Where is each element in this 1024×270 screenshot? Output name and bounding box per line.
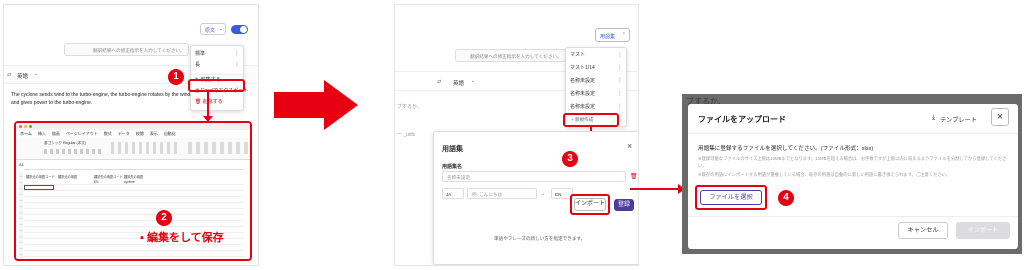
glossary-item-must-114[interactable]: マスト1/14 ⋮ (566, 63, 626, 74)
cancel-button[interactable]: キャンセル (898, 222, 948, 239)
upload-note-2: ※既存の用語にインポートする用語が重複している場合、既存の用語は自動的に新しい用… (698, 172, 951, 177)
chevron-down-icon: ⌄ (218, 26, 223, 32)
glossary-name-input[interactable]: 名称未設定 (442, 171, 626, 182)
more-icon[interactable]: ⋮ (234, 60, 240, 71)
arrow-down (207, 92, 209, 119)
glossary-dropdown[interactable]: 用語集 ⌃ (595, 28, 630, 42)
glossary-dialog: 用語集 × 用語集名 名称未設定 🗑 JA 例: こんにちは → EN インポー… (433, 131, 638, 265)
options-menu: 標準 ⋮ 長 ⋮ ✎ 編集する ▦ Excelでエクスポート 🗑 削除する (190, 45, 248, 111)
highlight-import (570, 194, 610, 215)
glossary-item-untitled-2[interactable]: 名称未設定 ⋮ (566, 89, 626, 100)
register-button[interactable]: 登録 (614, 199, 634, 211)
excel-tab-data[interactable]: データ (118, 131, 130, 137)
excel-tab-layout[interactable]: ページレイアウト (66, 131, 98, 137)
menu-item-long[interactable]: 長 ⋮ (191, 60, 243, 71)
chevron-down-icon: ⌄ (471, 78, 476, 84)
glossary-dropdown-label: 用語集 (600, 34, 616, 40)
dialog-title: 用語集 (442, 146, 463, 153)
excel-tab-review[interactable]: 校閲 (136, 131, 144, 137)
cell-reference[interactable]: A1 (19, 162, 24, 167)
source-language[interactable]: 英語 (17, 72, 28, 80)
source-dropdown[interactable]: 原文 ⌄ (200, 23, 226, 35)
chevron-down-icon: ⌄ (34, 71, 39, 77)
instruction-placeholder: 翻訳結果への修正指示を入力してください。 (93, 48, 185, 53)
highlight-new (563, 113, 619, 127)
arrow-right-icon: → (540, 191, 545, 197)
swap-icon[interactable]: ⇄ (437, 79, 441, 85)
highlight-select-file (695, 185, 767, 210)
more-icon[interactable]: ⋮ (617, 50, 623, 61)
step-badge-4: 4 (778, 190, 794, 206)
upload-screenshot: ブするか、 ファイルをアップロード ⤓ テンプレート × 用語集に登録するファイ… (682, 94, 1022, 254)
source-language[interactable]: 英語 (453, 79, 464, 87)
swap-icon[interactable]: ⇄ (7, 72, 11, 78)
flow-arrow (274, 80, 358, 130)
upload-dialog: ファイルをアップロード ⤓ テンプレート × 用語集に登録するファイルを選択して… (688, 104, 1018, 249)
trash-icon[interactable]: 🗑 (630, 173, 638, 180)
name-label: 用語集名 (442, 164, 463, 170)
empty-message: 単語やフレーズの新しい方を指定できます。 (494, 236, 586, 241)
edit-save-note: ▪ 編集をして保存 (140, 232, 224, 244)
lang-from-select[interactable]: JA (442, 188, 464, 199)
step-badge-2: 2 (156, 210, 172, 226)
toggle-switch[interactable] (231, 25, 248, 34)
menu-item-standard[interactable]: 標準 ⋮ (191, 49, 243, 60)
excel-tab-automate[interactable]: 自動化 (164, 131, 176, 137)
source-text: The cyclone sends wind to the turbo-engi… (11, 92, 191, 106)
connector-arrow (630, 188, 680, 190)
step-badge-1: 1 (168, 69, 184, 85)
partial-text-2: ー _utils (397, 132, 416, 138)
step3-screenshot: 用語集 ⌃ 翻訳結果への修正指示を入力してください。 ⇄ 英語 ⌄ ブするか、 … (394, 4, 639, 266)
glossary-item-must[interactable]: マスト ⋮ (566, 50, 626, 61)
glossary-item-untitled-3[interactable]: 名称未設定 ⋮ (566, 102, 626, 113)
download-icon: ⤓ (932, 114, 936, 121)
trash-icon: 🗑 (195, 99, 203, 105)
close-icon[interactable]: × (627, 141, 632, 151)
excel-tab-home[interactable]: ホーム (20, 131, 32, 137)
excel-tab-draw[interactable]: 描画 (52, 131, 60, 137)
instruction-placeholder: 翻訳結果への修正指示を入力してください。 (470, 54, 562, 59)
more-icon[interactable]: ⋮ (617, 102, 623, 113)
excel-window: ホーム 挿入 描画 ページレイアウト 数式 データ 校閲 表示 自動化 游ゴシッ… (14, 121, 252, 261)
close-button[interactable]: × (991, 108, 1009, 126)
source-term-input[interactable]: 例: こんにちは (467, 188, 537, 199)
step-badge-3: 3 (562, 151, 578, 167)
instruction-input[interactable]: 翻訳結果への修正指示を入力してください。 (455, 49, 575, 62)
excel-tab-formulas[interactable]: 数式 (104, 131, 112, 137)
more-icon[interactable]: ⋮ (617, 63, 623, 74)
upload-title: ファイルをアップロード (698, 115, 786, 124)
partial-text: ブするか、 (397, 104, 422, 110)
more-icon[interactable]: ⋮ (617, 89, 623, 100)
excel-ribbon: 游ゴシック Regular (本文) (16, 138, 250, 160)
import-submit-button[interactable]: インポート (956, 222, 1010, 239)
font-name[interactable]: 游ゴシック Regular (本文) (44, 141, 86, 146)
more-icon[interactable]: ⋮ (617, 76, 623, 87)
highlight-export (188, 79, 245, 92)
step1-screenshot: 原文 ⌄ 翻訳結果への修正指示を入力してください。 ⇄ 英語 ⌄ The cyc… (3, 4, 259, 266)
excel-tab-insert[interactable]: 挿入 (38, 131, 46, 137)
template-button[interactable]: ⤓ テンプレート (926, 110, 986, 126)
chevron-up-icon: ⌃ (621, 32, 626, 38)
excel-tab-view[interactable]: 表示 (150, 131, 158, 137)
glossary-item-untitled-1[interactable]: 名称未設定 ⋮ (566, 76, 626, 87)
more-icon[interactable]: ⋮ (234, 49, 240, 60)
source-dropdown-label: 原文 (205, 28, 216, 34)
close-icon: × (996, 111, 1004, 123)
menu-item-delete[interactable]: 🗑 削除する (191, 97, 243, 108)
upload-instruction: 用語集に登録するファイルを選択してください。(ファイル形式：xlsx) (698, 146, 874, 152)
upload-note-1: ※登録可能なファイルのサイズ上限は10MBまでとなります。10MBを超える場合は… (698, 156, 1007, 168)
instruction-input[interactable]: 翻訳結果への修正指示を入力してください。 (64, 43, 189, 56)
